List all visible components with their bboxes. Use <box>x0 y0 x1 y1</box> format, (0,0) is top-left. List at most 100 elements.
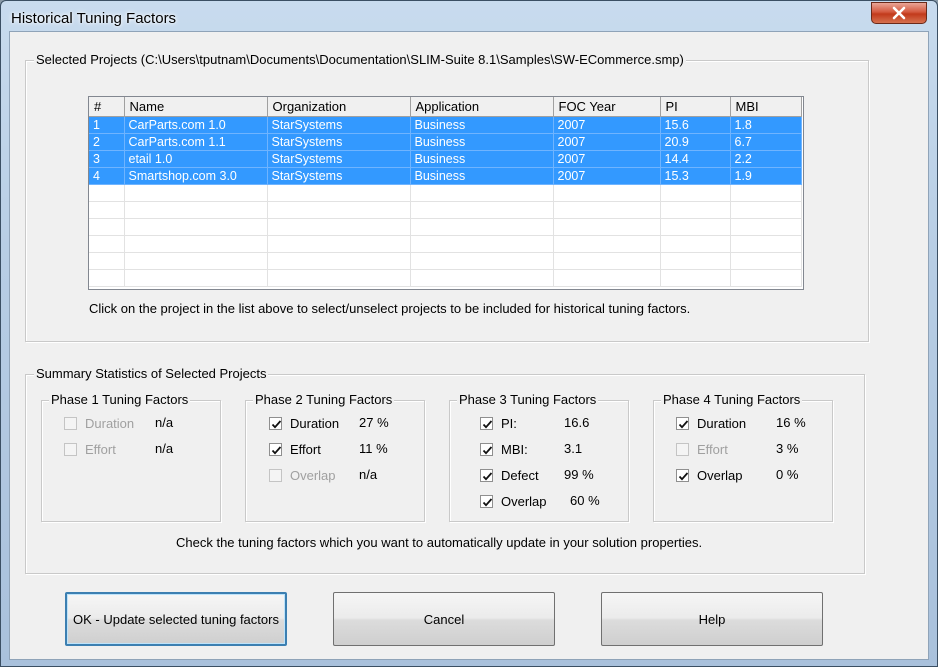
phase2-overlap-label: Overlap <box>290 468 336 483</box>
empty-row <box>89 252 802 270</box>
cell-mbi: 6.7 <box>730 133 802 151</box>
checkmark-icon <box>482 446 493 455</box>
phase3-mbi-box[interactable] <box>480 443 493 456</box>
phase2-effort-label: Effort <box>290 442 321 457</box>
cell-pi: 15.6 <box>660 116 731 134</box>
phase3-defect-label: Defect <box>501 468 539 483</box>
column-header-mbi[interactable]: MBI <box>730 97 802 117</box>
phase1-group: Phase 1 Tuning Factors Duration n/a Effo… <box>41 392 221 522</box>
phase4-duration-checkbox[interactable]: Duration 16 % <box>676 415 826 433</box>
phase1-duration-checkbox[interactable]: Duration n/a <box>64 415 214 433</box>
summary-statistics-legend: Summary Statistics of Selected Projects <box>34 366 269 381</box>
phase1-effort-label: Effort <box>85 442 116 457</box>
cell-number: 3 <box>89 150 125 168</box>
phase3-mbi-label: MBI: <box>501 442 528 457</box>
empty-row <box>89 235 802 253</box>
phase2-duration-value: 27 % <box>359 415 389 430</box>
ok-update-button[interactable]: OK - Update selected tuning factors <box>65 592 287 646</box>
phase4-duration-box[interactable] <box>676 417 689 430</box>
cell-name: etail 1.0 <box>124 150 268 168</box>
phase2-overlap-checkbox[interactable]: Overlap n/a <box>269 467 419 485</box>
phase3-mbi-checkbox[interactable]: MBI: 3.1 <box>480 441 620 459</box>
table-row[interactable]: 1 CarParts.com 1.0 StarSystems Business … <box>89 116 802 134</box>
projects-hint: Click on the project in the list above t… <box>89 301 691 316</box>
help-button[interactable]: Help <box>601 592 823 646</box>
cell-name: Smartshop.com 3.0 <box>124 167 268 185</box>
table-row[interactable]: 2 CarParts.com 1.1 StarSystems Business … <box>89 133 802 151</box>
selected-projects-legend: Selected Projects (C:\Users\tputnam\Docu… <box>34 52 686 67</box>
phase4-duration-value: 16 % <box>776 415 806 430</box>
phase2-duration-box[interactable] <box>269 417 282 430</box>
column-header-organization[interactable]: Organization <box>267 97 411 117</box>
phase2-overlap-value: n/a <box>359 467 378 482</box>
phase3-overlap-checkbox[interactable]: Overlap 60 % <box>480 493 620 511</box>
phase3-defect-value: 99 % <box>564 467 594 482</box>
phase2-duration-checkbox[interactable]: Duration 27 % <box>269 415 419 433</box>
cell-application: Business <box>410 116 554 134</box>
cell-foc-year: 2007 <box>553 150 661 168</box>
phase4-duration-label: Duration <box>697 416 747 431</box>
phase2-effort-checkbox[interactable]: Effort 11 % <box>269 441 419 459</box>
phase1-effort-value: n/a <box>155 441 174 456</box>
close-button[interactable] <box>871 2 927 24</box>
close-icon <box>892 6 906 20</box>
table-row[interactable]: 4 Smartshop.com 3.0 StarSystems Business… <box>89 167 802 185</box>
phase2-effort-value: 11 % <box>359 441 388 456</box>
cell-mbi: 2.2 <box>730 150 802 168</box>
phase4-effort-checkbox[interactable]: Effort 3 % <box>676 441 826 459</box>
title-bar[interactable]: Historical Tuning Factors <box>1 1 937 35</box>
phase4-overlap-label: Overlap <box>697 468 743 483</box>
column-header-application[interactable]: Application <box>410 97 554 117</box>
column-header-name[interactable]: Name <box>124 97 268 117</box>
empty-row <box>89 201 802 219</box>
phase2-effort-box[interactable] <box>269 443 282 456</box>
phase3-legend: Phase 3 Tuning Factors <box>457 392 599 407</box>
cell-pi: 14.4 <box>660 150 731 168</box>
cell-application: Business <box>410 133 554 151</box>
cell-pi: 15.3 <box>660 167 731 185</box>
checkmark-icon <box>271 446 282 455</box>
checkmark-icon <box>482 472 493 481</box>
phase2-duration-label: Duration <box>290 416 340 431</box>
cell-application: Business <box>410 150 554 168</box>
phase1-effort-box[interactable] <box>64 443 77 456</box>
column-header-number[interactable]: # <box>89 97 125 117</box>
cell-name: CarParts.com 1.0 <box>124 116 268 134</box>
cancel-button[interactable]: Cancel <box>333 592 555 646</box>
phase4-legend: Phase 4 Tuning Factors <box>661 392 803 407</box>
checkmark-icon <box>271 420 282 429</box>
cell-organization: StarSystems <box>267 150 411 168</box>
cell-organization: StarSystems <box>267 167 411 185</box>
table-row[interactable]: 3 etail 1.0 StarSystems Business 2007 14… <box>89 150 802 168</box>
phase3-overlap-box[interactable] <box>480 495 493 508</box>
empty-row <box>89 269 802 287</box>
cell-mbi: 1.8 <box>730 116 802 134</box>
phase4-overlap-box[interactable] <box>676 469 689 482</box>
phase3-pi-label: PI: <box>501 416 517 431</box>
phase3-pi-box[interactable] <box>480 417 493 430</box>
phase2-legend: Phase 2 Tuning Factors <box>253 392 395 407</box>
column-header-foc-year[interactable]: FOC Year <box>553 97 661 117</box>
phase4-effort-box[interactable] <box>676 443 689 456</box>
phase4-group: Phase 4 Tuning Factors Duration 16 % Eff… <box>653 392 833 522</box>
projects-table[interactable]: # Name Organization Application FOC Year… <box>88 96 804 290</box>
dialog-window: Historical Tuning Factors Selected Proje… <box>0 0 938 667</box>
phase4-overlap-checkbox[interactable]: Overlap 0 % <box>676 467 826 485</box>
phase3-defect-box[interactable] <box>480 469 493 482</box>
checkmark-icon <box>678 420 689 429</box>
phase2-group: Phase 2 Tuning Factors Duration 27 % Eff… <box>245 392 425 522</box>
cell-mbi: 1.9 <box>730 167 802 185</box>
phase4-effort-value: 3 % <box>776 441 799 456</box>
phase1-duration-box[interactable] <box>64 417 77 430</box>
phase2-overlap-box[interactable] <box>269 469 282 482</box>
column-header-pi[interactable]: PI <box>660 97 731 117</box>
window-title: Historical Tuning Factors <box>11 10 177 27</box>
phase3-pi-checkbox[interactable]: PI: 16.6 <box>480 415 620 433</box>
phase3-defect-checkbox[interactable]: Defect 99 % <box>480 467 620 485</box>
cell-number: 1 <box>89 116 125 134</box>
phase1-effort-checkbox[interactable]: Effort n/a <box>64 441 214 459</box>
cell-foc-year: 2007 <box>553 167 661 185</box>
cell-foc-year: 2007 <box>553 133 661 151</box>
phase4-effort-label: Effort <box>697 442 728 457</box>
cell-pi: 20.9 <box>660 133 731 151</box>
